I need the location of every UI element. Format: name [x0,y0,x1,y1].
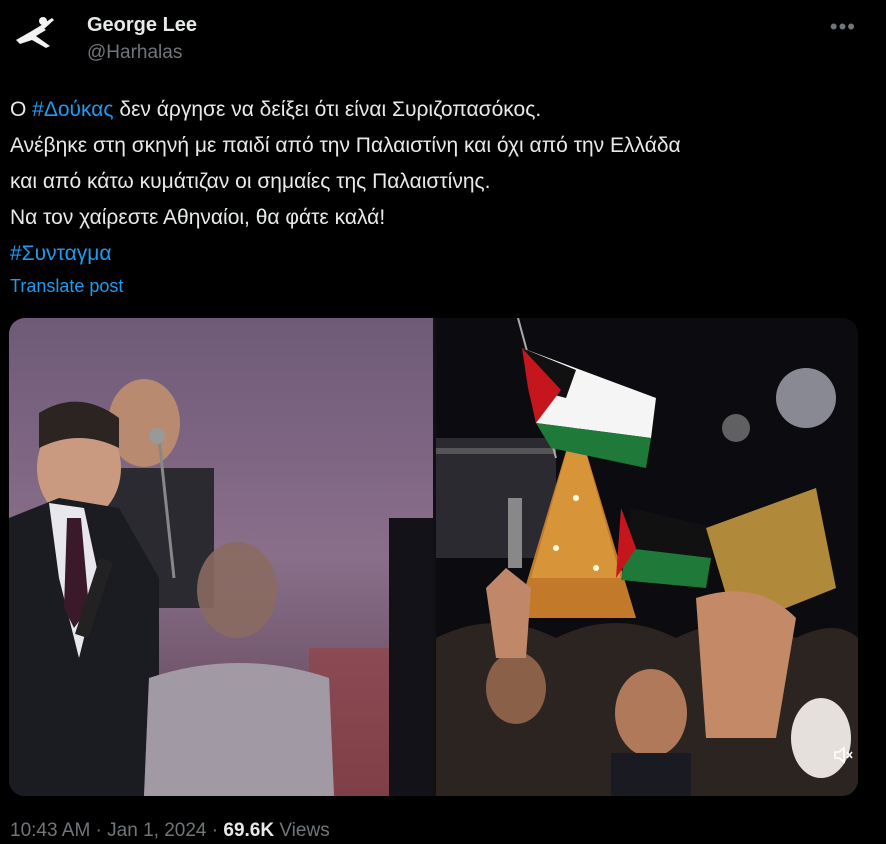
post-media[interactable] [9,318,858,796]
translate-post-link[interactable]: Translate post [10,276,123,297]
stage-photo[interactable] [9,318,433,796]
hashtag-syntagma-link[interactable]: #Συνταγμα [10,236,870,272]
post-line-2: Ανέβηκε στη σκηνή με παιδί από την Παλαι… [10,134,681,157]
post-line-4: Να τον χαίρεστε Αθηναίοι, θα φάτε καλά! [10,206,386,229]
author-handle[interactable]: @Harhalas [87,42,182,64]
karate-kick-avatar-icon[interactable] [10,10,58,58]
crowd-photo[interactable] [436,318,858,796]
post-date[interactable]: Jan 1, 2024 [107,820,206,841]
author-name[interactable]: George Lee [87,14,197,37]
post-header: George Lee @Harhalas ••• [10,8,876,68]
separator: · [90,820,108,841]
post-meta: 10:43 AM · Jan 1, 2024 · 69.6K Views [10,820,330,842]
hashtag-doukas-link[interactable]: #Δούκας [32,98,113,121]
separator: · [206,820,224,841]
post-line-1-start: Ο [10,98,33,121]
post-text: Ο #Δούκας δεν άργησε να δείξει ότι είναι… [10,92,870,272]
post-line-1-end: δεν άργησε να δείξει ότι είναι Συριζοπασ… [113,98,542,121]
post-line-1: Ο #Δούκας δεν άργησε να δείξει ότι είναι… [10,92,870,128]
views-count[interactable]: 69.6K [223,820,274,841]
more-options-icon[interactable]: ••• [830,14,856,40]
post-time[interactable]: 10:43 AM [10,820,90,841]
views-label: Views [274,820,330,841]
volume-mute-icon[interactable] [832,744,854,766]
post-line-3: και από κάτω κυμάτιζαν οι σημαίες της Πα… [10,170,491,193]
